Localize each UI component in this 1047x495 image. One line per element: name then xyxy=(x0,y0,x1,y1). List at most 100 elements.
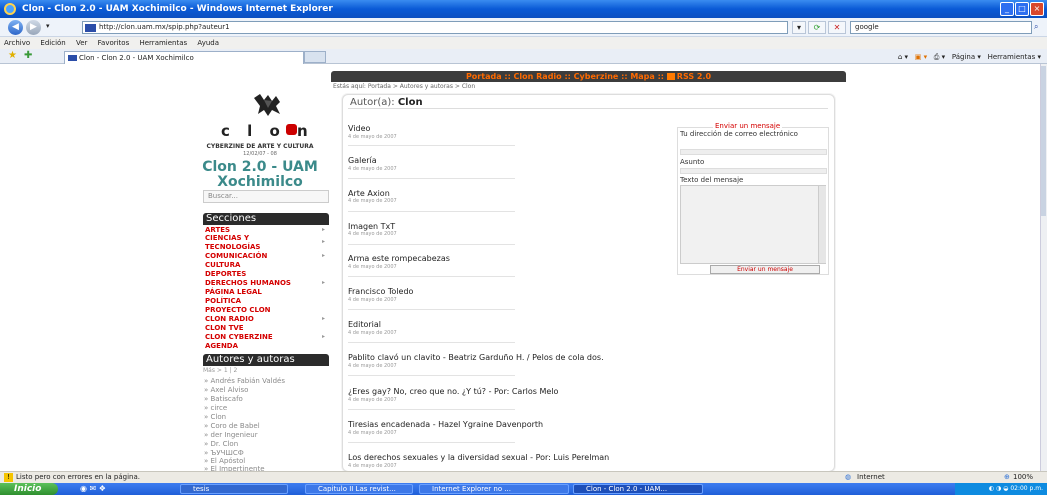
minimize-button[interactable]: _ xyxy=(1000,2,1014,16)
article-title[interactable]: Imagen TxT xyxy=(348,222,395,231)
section-link[interactable]: CLON RADIO xyxy=(205,315,254,323)
home-icon[interactable]: ⌂ ▾ xyxy=(898,53,908,61)
section-link[interactable]: PROYECTO CLON xyxy=(205,306,271,314)
article-title[interactable]: ¿Eres gay? No, creo que no. ¿Y tú? - Por… xyxy=(348,387,558,396)
article-title[interactable]: Editorial xyxy=(348,320,381,329)
site-name[interactable]: Clon 2.0 - UAM Xochimilco xyxy=(200,160,320,190)
taskbar-item[interactable]: Clon - Clon 2.0 - UAM... xyxy=(573,484,703,494)
section-link[interactable]: ARTES xyxy=(205,226,230,234)
refresh-icon[interactable]: ⟳ xyxy=(808,21,826,34)
subject-field[interactable] xyxy=(680,168,827,174)
section-link[interactable]: POLÍTICA xyxy=(205,297,241,305)
maximize-button[interactable]: □ xyxy=(1015,2,1029,16)
subject-label: Asunto xyxy=(680,158,705,166)
section-link[interactable]: CLON CYBERZINE xyxy=(205,333,273,341)
section-link[interactable]: PÁGINA LEGAL xyxy=(205,288,262,296)
menu-item[interactable]: Ver xyxy=(76,39,87,47)
back-button[interactable]: ◀ xyxy=(8,20,23,35)
section-link[interactable]: CULTURA xyxy=(205,261,240,269)
authors-pagination[interactable]: Más > 1 | 2 xyxy=(203,367,237,374)
send-message-button[interactable]: Enviar un mensaje xyxy=(710,265,820,274)
author-link[interactable]: » Batiscafo xyxy=(204,395,243,403)
section-link[interactable]: COMUNICACIÓN xyxy=(205,252,267,260)
print-icon[interactable]: ⎙ ▾ xyxy=(934,53,945,61)
page-scrollbar-thumb[interactable] xyxy=(1041,66,1046,216)
add-favorite-icon[interactable]: ✚ xyxy=(24,50,32,61)
site-top-nav[interactable]: Portada :: Clon Radio :: Cyberzine :: Ma… xyxy=(331,71,846,82)
chevron-right-icon: ▸ xyxy=(322,333,326,340)
taskbar-item[interactable]: Capitulo II Las revist... xyxy=(305,484,413,494)
article-title[interactable]: Arte Axion xyxy=(348,189,390,198)
url-dropdown-icon[interactable]: ▾ xyxy=(792,21,806,34)
article-title[interactable]: Arma este rompecabezas xyxy=(348,254,450,263)
globe-icon: ◍ xyxy=(845,473,852,481)
search-icon[interactable]: ⌕ xyxy=(1034,22,1038,32)
menu-item[interactable]: Ayuda xyxy=(197,39,219,47)
section-link[interactable]: TECNOLOGÍAS xyxy=(205,243,260,251)
article-divider xyxy=(348,409,515,410)
article-title[interactable]: Tiresias encadenada - Hazel Ygraine Dave… xyxy=(348,420,543,429)
menu-bar: Archivo Edición Ver Favoritos Herramient… xyxy=(0,37,1047,49)
breadcrumb[interactable]: Estás aquí: Portada > Autores y autoras … xyxy=(333,83,475,90)
favorites-star-icon[interactable]: ★ xyxy=(8,50,17,61)
author-link[interactable]: » ЪУЧШСФ xyxy=(204,449,244,457)
article-title[interactable]: Los derechos sexuales y la diversidad se… xyxy=(348,453,609,462)
message-textarea[interactable] xyxy=(680,185,826,264)
article-divider xyxy=(348,442,515,443)
article-title[interactable]: Galería xyxy=(348,156,377,165)
article-date: 4 de mayo de 2007 xyxy=(348,134,397,140)
site-date: 12/02/07 - 08 xyxy=(243,151,277,157)
close-button[interactable]: × xyxy=(1030,2,1044,16)
tools-menu[interactable]: Herramientas ▾ xyxy=(988,53,1041,61)
form-legend: Enviar un mensaje xyxy=(713,122,783,130)
zoom-icon[interactable]: ⊕ xyxy=(1004,472,1010,483)
section-link[interactable]: AGENDA xyxy=(205,342,238,350)
article-title[interactable]: Video xyxy=(348,124,370,133)
site-search-input[interactable]: Buscar... xyxy=(203,190,329,203)
article-divider xyxy=(348,145,515,146)
author-link[interactable]: » circe xyxy=(204,404,227,412)
section-link[interactable]: DEPORTES xyxy=(205,270,246,278)
forward-button[interactable]: ▶ xyxy=(26,20,41,35)
section-link[interactable]: CLON TVE xyxy=(205,324,244,332)
article-date: 4 de mayo de 2007 xyxy=(348,363,397,369)
article-divider xyxy=(348,178,515,179)
taskbar-item[interactable]: tesis xyxy=(180,484,288,494)
menu-item[interactable]: Archivo xyxy=(4,39,30,47)
author-link[interactable]: » El Apóstol xyxy=(204,457,245,465)
menu-item[interactable]: Edición xyxy=(40,39,65,47)
email-field[interactable] xyxy=(680,149,827,155)
tab-current[interactable]: Clon - Clon 2.0 - UAM Xochimilco xyxy=(64,51,304,64)
new-tab-button[interactable] xyxy=(304,51,326,63)
section-link[interactable]: CIENCIAS Y xyxy=(205,234,249,242)
author-link[interactable]: » Coro de Babel xyxy=(204,422,260,430)
author-link[interactable]: » der Ingenieur xyxy=(204,431,258,439)
author-link[interactable]: » Axel Alviso xyxy=(204,386,248,394)
stop-icon[interactable]: ✕ xyxy=(828,21,846,34)
clock: 02:00 p.m. xyxy=(1010,485,1043,492)
zoom-level[interactable]: 100% xyxy=(1013,472,1033,483)
logo-wordmark[interactable]: c l o n xyxy=(221,122,314,140)
url-input[interactable]: http://clon.uam.mx/spip.php?auteur1 xyxy=(82,21,788,34)
menu-item[interactable]: Herramientas xyxy=(139,39,187,47)
author-link[interactable]: » Clon xyxy=(204,413,226,421)
tray-icons[interactable]: ◐ ◑ ◒ xyxy=(989,485,1010,492)
article-divider xyxy=(348,211,515,212)
page-menu[interactable]: Página ▾ xyxy=(952,53,981,61)
warning-icon[interactable]: ! xyxy=(4,473,13,482)
article-title[interactable]: Francisco Toledo xyxy=(348,287,413,296)
article-title[interactable]: Pablito clavó un clavito - Beatriz Gardu… xyxy=(348,353,604,362)
quicklaunch-icons[interactable]: ◉ ✉ ❖ xyxy=(80,484,106,493)
author-link[interactable]: » Andrés Fabián Valdés xyxy=(204,377,285,385)
start-button[interactable]: Inicio xyxy=(0,483,58,495)
section-link[interactable]: DERECHOS HUMANOS xyxy=(205,279,291,287)
menu-item[interactable]: Favoritos xyxy=(98,39,130,47)
textarea-scrollbar[interactable] xyxy=(818,186,826,263)
search-input[interactable]: google xyxy=(850,21,1032,34)
window-title: Clon - Clon 2.0 - UAM Xochimilco - Windo… xyxy=(22,4,333,14)
history-dropdown-icon[interactable]: ▾ xyxy=(46,22,50,30)
feeds-icon[interactable]: ▣ ▾ xyxy=(915,53,927,61)
author-link[interactable]: » Dr. Clon xyxy=(204,440,238,448)
taskbar-item[interactable]: Internet Explorer no ... xyxy=(419,484,569,494)
article-date: 4 de mayo de 2007 xyxy=(348,231,397,237)
